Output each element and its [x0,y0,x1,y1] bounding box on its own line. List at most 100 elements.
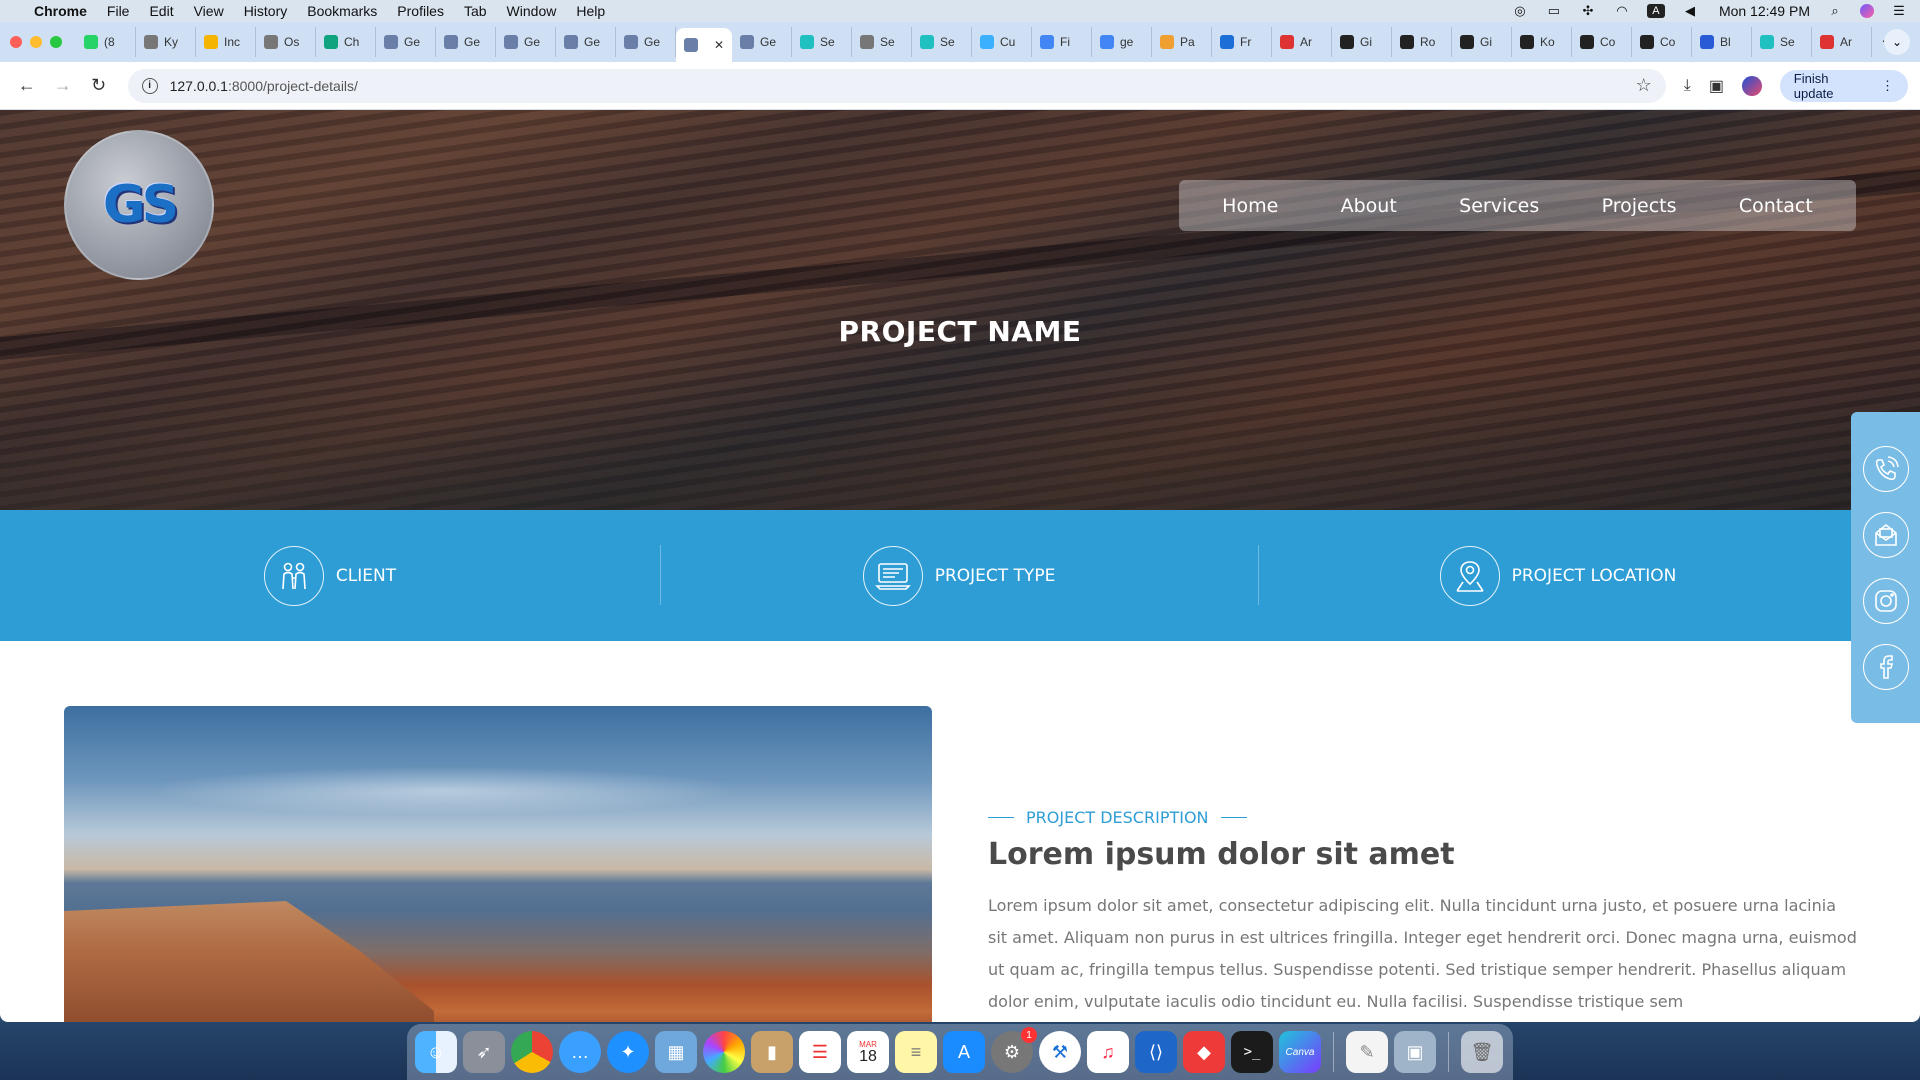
airplay-icon[interactable]: ▭ [1545,3,1563,18]
spotlight-search-icon[interactable]: ⌕ [1826,3,1844,18]
tab[interactable]: Fr [1212,27,1272,57]
close-tab-icon[interactable]: ✕ [714,38,724,52]
tab[interactable]: Ar [1812,27,1872,57]
calendar-icon[interactable]: MAR 18 [847,1031,889,1073]
terminal-icon[interactable]: >_ [1231,1031,1273,1073]
tab[interactable]: Ge [556,27,616,57]
tab[interactable]: Se [912,27,972,57]
anydesk-icon[interactable]: ◆ [1183,1031,1225,1073]
tab[interactable]: Ge [732,27,792,57]
tab[interactable]: Ko [1512,27,1572,57]
tab[interactable]: Pa [1152,27,1212,57]
tab[interactable]: ge [1092,27,1152,57]
menu-help[interactable]: Help [576,3,605,19]
back-button[interactable]: ← [12,71,42,101]
nav-services[interactable]: Services [1459,195,1539,217]
creative-cloud-icon[interactable]: ◎ [1511,3,1529,18]
tab[interactable]: Co [1632,27,1692,57]
downloads-icon[interactable]: ⤓ [1684,77,1691,95]
more-menu-icon[interactable]: ⋮ [1881,78,1894,94]
tab[interactable]: Ge [496,27,556,57]
messages-icon[interactable]: … [559,1031,601,1073]
tab[interactable]: Gi [1452,27,1512,57]
menu-view[interactable]: View [194,3,224,19]
page-title: PROJECT NAME [838,315,1082,348]
control-center-icon[interactable]: ☰ [1890,3,1908,18]
tab[interactable]: Ky [136,27,196,57]
menu-app-name[interactable]: Chrome [34,3,87,19]
tab-label: Ar [1300,35,1312,49]
nav-about[interactable]: About [1341,195,1397,217]
xcode-instruments-icon[interactable]: ⚒ [1039,1031,1081,1073]
menu-edit[interactable]: Edit [149,3,173,19]
tab[interactable]: Ge [376,27,436,57]
instagram-icon[interactable] [1862,577,1909,624]
phone-icon[interactable] [1862,445,1909,492]
tab-search-button[interactable]: ⌄ [1884,29,1910,55]
forward-button[interactable]: → [48,71,78,101]
close-window-button[interactable] [10,36,22,48]
mail-icon[interactable] [1862,511,1909,558]
reminders-icon[interactable]: ☰ [799,1031,841,1073]
finish-update-button[interactable]: Finish update ⋮ [1779,69,1908,102]
tab[interactable]: Se [792,27,852,57]
menu-profiles[interactable]: Profiles [397,3,444,19]
bookmark-star-icon[interactable]: ☆ [1636,75,1652,96]
nav-home[interactable]: Home [1222,195,1278,217]
tab[interactable]: Ge [436,27,496,57]
side-panel-icon[interactable]: ▣ [1709,76,1724,96]
facebook-icon[interactable] [1862,643,1909,690]
tab[interactable]: Ge [616,27,676,57]
nav-contact[interactable]: Contact [1739,195,1813,217]
menu-file[interactable]: File [107,3,130,19]
menu-window[interactable]: Window [507,3,557,19]
tab[interactable]: Os [256,27,316,57]
app-store-icon[interactable]: A [943,1031,985,1073]
tab[interactable]: Inc [196,27,256,57]
keyboard-input-icon[interactable]: A [1646,4,1665,18]
site-logo[interactable]: GS [64,130,214,280]
nav-projects[interactable]: Projects [1602,195,1677,217]
tab[interactable]: Cu [972,27,1032,57]
tab[interactable]: Co [1572,27,1632,57]
site-info-icon[interactable]: i [141,77,158,94]
tab[interactable]: (8 [76,27,136,57]
photos-icon[interactable] [703,1031,745,1073]
launchpad-icon[interactable]: ➶ [463,1031,505,1073]
system-settings-icon[interactable]: ⚙ 1 [991,1027,1037,1073]
volume-icon[interactable]: ◀ [1681,3,1699,18]
music-icon[interactable]: ♫ [1087,1031,1129,1073]
tab[interactable]: Bl [1692,27,1752,57]
reload-button[interactable]: ↻ [84,71,114,101]
tab-active[interactable]: ✕ [676,28,732,62]
safari-icon[interactable]: ✦ [607,1031,649,1073]
preview-icon[interactable]: ▦ [655,1031,697,1073]
tab[interactable]: Ro [1392,27,1452,57]
vscode-icon[interactable]: ⟨⟩ [1135,1031,1177,1073]
image-capture-icon[interactable]: ▣ [1394,1031,1436,1073]
siri-icon[interactable] [1860,4,1874,18]
notes-icon[interactable]: ≡ [895,1031,937,1073]
address-bar[interactable]: i 127.0.0.1:8000/project-details/ ☆ [127,68,1666,103]
menu-history[interactable]: History [244,3,288,19]
textedit-icon[interactable]: ✎ [1346,1031,1388,1073]
control-icon[interactable]: ✣ [1579,3,1597,18]
tab[interactable]: Se [1752,27,1812,57]
tab[interactable]: Ch [316,27,376,57]
tab[interactable]: Ar [1272,27,1332,57]
tab[interactable]: Fi [1032,27,1092,57]
canva-icon[interactable]: Canva [1279,1031,1321,1073]
chrome-icon[interactable] [511,1031,553,1073]
menu-bookmarks[interactable]: Bookmarks [307,3,377,19]
zoom-window-button[interactable] [50,36,62,48]
minimize-window-button[interactable] [30,36,42,48]
contacts-icon[interactable]: ▮ [751,1031,793,1073]
finder-icon[interactable]: ☺ [415,1031,457,1073]
menu-tab[interactable]: Tab [464,3,487,19]
trash-icon[interactable]: 🗑 [1461,1031,1503,1073]
wifi-icon[interactable]: ◠ [1613,3,1631,18]
profile-avatar[interactable] [1741,75,1762,96]
menu-clock[interactable]: Mon 12:49 PM [1719,3,1810,19]
tab[interactable]: Se [852,27,912,57]
tab[interactable]: Gi [1332,27,1392,57]
